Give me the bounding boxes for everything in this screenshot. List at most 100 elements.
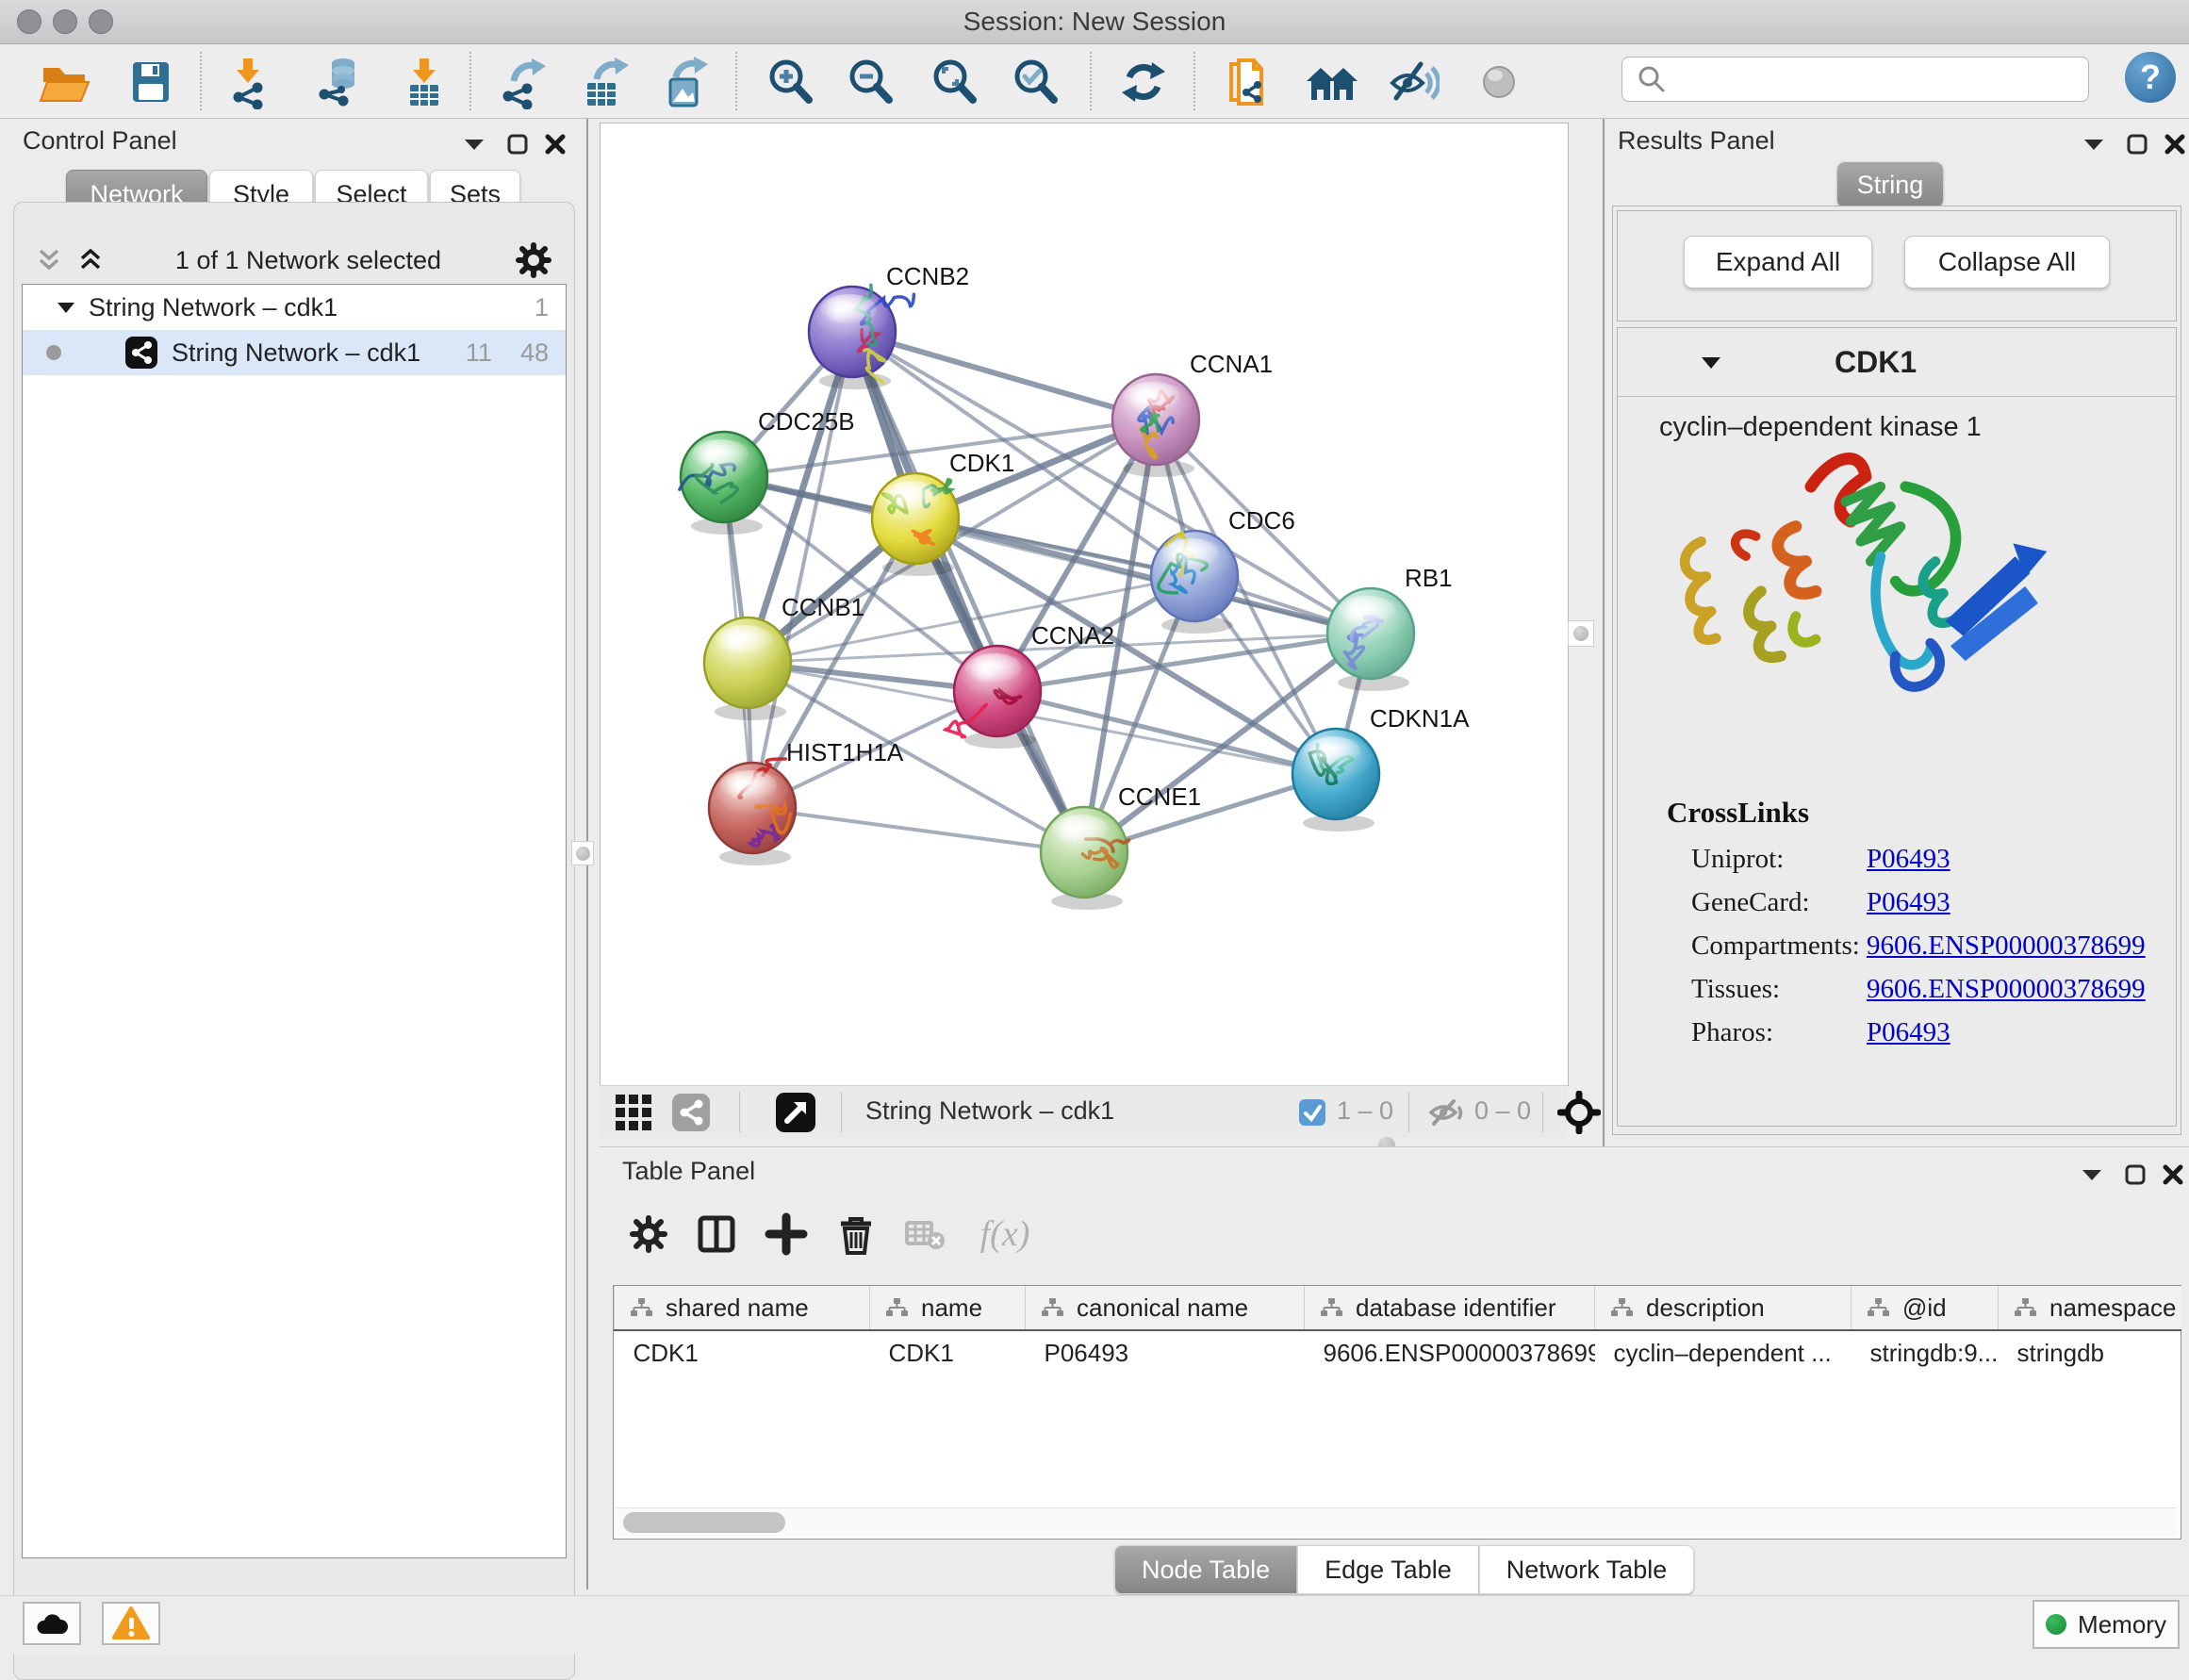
export-table-button[interactable]	[575, 54, 632, 110]
results-panel-close-icon[interactable]	[2159, 128, 2189, 160]
show-columns-icon[interactable]	[692, 1210, 741, 1259]
network-row-selected[interactable]: String Network – cdk1 11 48	[23, 330, 566, 375]
help-button[interactable]: ?	[2125, 52, 2176, 103]
protein-section-header[interactable]: CDK1	[1618, 328, 2176, 397]
zoom-fit-button[interactable]	[926, 54, 982, 110]
results-panel-float-icon[interactable]	[2121, 128, 2153, 160]
table-panel-close-icon[interactable]	[2157, 1159, 2189, 1191]
save-session-button[interactable]	[123, 54, 179, 110]
table-cell[interactable]: P06493	[1026, 1330, 1305, 1375]
crosslink-value-link[interactable]: P06493	[1867, 844, 1950, 875]
table-cell[interactable]: 9606.ENSP00000378699	[1305, 1330, 1595, 1375]
table-cell[interactable]: stringdb:9...	[1852, 1330, 1999, 1375]
expand-all-icon[interactable]	[76, 248, 105, 272]
import-network-button[interactable]	[219, 54, 275, 110]
network-node-hist1h1a[interactable]: HIST1H1A	[709, 738, 904, 865]
delete-column-trash-icon[interactable]	[831, 1210, 881, 1259]
selected-nodes-checkbox-icon[interactable]	[1299, 1099, 1325, 1126]
collapse-all-button[interactable]: Collapse All	[1904, 236, 2110, 288]
zoom-out-button[interactable]	[842, 54, 898, 110]
column-header-description[interactable]: description	[1595, 1286, 1852, 1330]
tab-edge-table[interactable]: Edge Table	[1297, 1545, 1479, 1594]
column-header-database-identifier[interactable]: database identifier	[1305, 1286, 1595, 1330]
table-row[interactable]: CDK1CDK1P064939606.ENSP00000378699cyclin…	[615, 1330, 2181, 1375]
results-panel: Results Panel String Expand All Collapse…	[1603, 119, 2189, 1146]
grid-view-icon[interactable]	[616, 1095, 655, 1132]
results-panel-menu-icon[interactable]	[2078, 128, 2110, 160]
table-cell[interactable]: CDK1	[615, 1330, 870, 1375]
cloud-status-button[interactable]	[23, 1602, 81, 1645]
main-toolbar: ?	[0, 44, 2189, 119]
toolbar-separator	[1090, 52, 1092, 110]
column-header--id[interactable]: @id	[1852, 1286, 1999, 1330]
tab-string[interactable]: String	[1837, 162, 1943, 207]
table-cell[interactable]: stringdb	[1999, 1330, 2181, 1375]
column-header-canonical-name[interactable]: canonical name	[1026, 1286, 1305, 1330]
network-node-cdkn1a[interactable]: CDKN1A	[1292, 704, 1470, 832]
warnings-button[interactable]	[102, 1602, 160, 1645]
results-buttons-box: Expand All Collapse All	[1617, 210, 2177, 321]
zoom-in-button[interactable]	[762, 54, 818, 110]
column-header-namespace[interactable]: namespace	[1999, 1286, 2181, 1330]
right-splitter-handle[interactable]	[1568, 620, 1594, 647]
import-table-button[interactable]	[396, 54, 453, 110]
network-node-ccnb2[interactable]: CCNB2	[809, 262, 969, 389]
hscroll-thumb[interactable]	[623, 1512, 785, 1533]
create-column-icon[interactable]	[762, 1210, 811, 1259]
control-panel-close-icon[interactable]	[539, 128, 571, 160]
network-badge-gray-icon[interactable]	[671, 1093, 711, 1132]
network-options-gear-icon[interactable]	[512, 239, 555, 282]
control-panel-menu-icon[interactable]	[458, 128, 490, 160]
tab-network-table[interactable]: Network Table	[1479, 1545, 1695, 1594]
toolbar-separator	[200, 52, 202, 110]
export-image-button[interactable]	[656, 54, 713, 110]
network-node-cdc25b[interactable]: CDC25B	[680, 407, 855, 535]
network-collection-row[interactable]: String Network – cdk1 1	[23, 285, 566, 330]
memory-button[interactable]: Memory	[2033, 1600, 2180, 1649]
collapse-all-icon[interactable]	[35, 248, 63, 272]
network-canvas[interactable]: CCNB2CCNA1CDC25BCDK1CDC6RB1CCNB1CCNA2CDK…	[600, 123, 1569, 1086]
clone-network-button[interactable]	[1221, 54, 1277, 110]
zoom-selected-button[interactable]	[1007, 54, 1063, 110]
window-close-button[interactable]	[17, 9, 41, 34]
expand-all-button[interactable]: Expand All	[1684, 236, 1872, 288]
table-options-gear-icon[interactable]	[624, 1210, 673, 1259]
network-edge[interactable]	[852, 332, 1156, 420]
network-node-ccnb1[interactable]: CCNB1	[704, 593, 864, 720]
birds-eye-view-icon[interactable]	[775, 1092, 816, 1133]
level-of-detail-button[interactable]	[1471, 54, 1527, 110]
left-splitter-handle[interactable]	[571, 841, 594, 865]
table-hscrollbar[interactable]	[616, 1507, 2177, 1537]
crosslink-value-link[interactable]: 9606.ENSP00000378699	[1867, 974, 2146, 1005]
table-panel-float-icon[interactable]	[2119, 1159, 2151, 1191]
column-header-name[interactable]: name	[870, 1286, 1026, 1330]
table-panel-menu-icon[interactable]	[2076, 1159, 2108, 1191]
open-session-button[interactable]	[36, 54, 92, 110]
table-cell[interactable]: cyclin–dependent ...	[1595, 1330, 1852, 1375]
tree-expanded-icon[interactable]	[57, 300, 75, 315]
search-input[interactable]	[1675, 64, 2088, 95]
import-network-from-database-button[interactable]	[307, 54, 364, 110]
tab-node-table[interactable]: Node Table	[1114, 1545, 1297, 1594]
table-cell[interactable]: CDK1	[870, 1330, 1026, 1375]
home-view-button[interactable]	[1304, 54, 1360, 110]
network-node-ccne1[interactable]: CCNE1	[1041, 782, 1201, 910]
network-edge[interactable]	[752, 332, 852, 808]
crosslink-value-link[interactable]: 9606.ENSP00000378699	[1867, 931, 2146, 962]
crosslink-value-link[interactable]: P06493	[1867, 1017, 1950, 1048]
network-node-rb1[interactable]: RB1	[1327, 564, 1453, 691]
network-edge[interactable]	[852, 332, 1084, 852]
control-panel-float-icon[interactable]	[502, 128, 534, 160]
window-zoom-button[interactable]	[89, 9, 113, 34]
hide-unhide-button[interactable]	[1384, 54, 1440, 110]
crosslinks-list: Uniprot:P06493GeneCard:P06493Compartment…	[1691, 837, 2163, 1054]
window-minimize-button[interactable]	[53, 9, 77, 34]
node-label: CCNE1	[1118, 782, 1201, 811]
node-navigator-crosshair-icon[interactable]	[1557, 1091, 1601, 1134]
refresh-layout-button[interactable]	[1115, 54, 1172, 110]
export-network-button[interactable]	[492, 54, 549, 110]
column-header-shared-name[interactable]: shared name	[615, 1286, 870, 1330]
section-expanded-icon[interactable]	[1701, 354, 1721, 370]
crosslink-value-link[interactable]: P06493	[1867, 887, 1950, 918]
network-edge[interactable]	[752, 808, 1084, 852]
